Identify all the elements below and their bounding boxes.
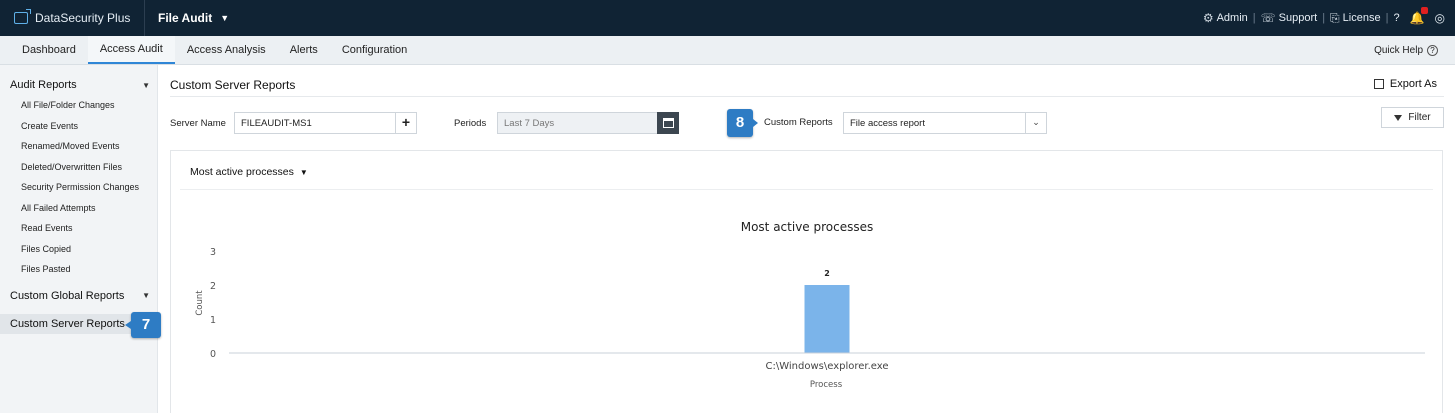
support-chat-icon: ☏ <box>1260 11 1276 25</box>
question-icon: ? <box>1427 45 1438 56</box>
divider: | <box>1322 12 1326 24</box>
sidebar-item-renamed-moved-events[interactable]: Renamed/Moved Events <box>0 136 157 157</box>
admin-link[interactable]: ⚙ Admin <box>1203 11 1248 25</box>
sidebar-item-read-events[interactable]: Read Events <box>0 218 157 239</box>
y-tick-label: 0 <box>210 349 216 360</box>
bar[interactable] <box>804 285 850 353</box>
top-right-links: ⚙ Admin | ☏ Support | ⎘ License | ? 🔔 ◎ <box>1203 0 1445 36</box>
divider: | <box>1385 12 1389 24</box>
filter-button[interactable]: Filter <box>1381 107 1444 128</box>
sidebar: Audit Reports ▼ All File/Folder Changes … <box>0 65 158 413</box>
filter-label: Filter <box>1408 112 1431 123</box>
most-active-processes-chart: Most active processes Count Process 0 1 2 3… <box>195 220 1425 390</box>
license-label: License <box>1342 12 1381 24</box>
module-name: File Audit <box>158 11 213 25</box>
sidebar-item-security-permission-changes[interactable]: Security Permission Changes <box>0 177 157 198</box>
bar-data-label: 2 <box>824 269 830 278</box>
tab-access-audit[interactable]: Access Audit <box>87 36 175 64</box>
page-title: Custom Server Reports <box>170 78 296 92</box>
license-icon: ⎘ <box>1330 10 1340 25</box>
sidebar-item-all-failed-attempts[interactable]: All Failed Attempts <box>0 198 157 219</box>
admin-gear-icon: ⚙ <box>1202 11 1214 25</box>
module-selector[interactable]: File Audit ▼ <box>145 11 229 25</box>
filter-funnel-icon <box>1394 114 1403 121</box>
top-bar: DataSecurity Plus File Audit ▼ ⚙ Admin |… <box>0 0 1455 36</box>
x-axis-label: Process <box>810 380 843 390</box>
user-profile-icon[interactable]: ◎ <box>1435 11 1445 25</box>
sidebar-item-files-copied[interactable]: Files Copied <box>0 239 157 260</box>
export-label: Export As <box>1389 78 1437 90</box>
quick-help-label: Quick Help <box>1374 45 1423 56</box>
sidebar-item-deleted-overwritten-files[interactable]: Deleted/Overwritten Files <box>0 157 157 178</box>
custom-reports-select[interactable]: File access report <box>843 112 1026 134</box>
quick-help-link[interactable]: Quick Help ? <box>1374 36 1438 65</box>
y-tick-label: 2 <box>210 281 216 292</box>
x-category-label: C:\Windows\explorer.exe <box>765 361 888 372</box>
main-content: Custom Server Reports Export As Server N… <box>159 65 1455 413</box>
calendar-icon <box>663 118 674 128</box>
caret-down-icon: ▼ <box>220 13 230 23</box>
tab-alerts[interactable]: Alerts <box>278 36 330 64</box>
caret-down-icon: ▼ <box>142 291 150 300</box>
periods-input[interactable]: Last 7 Days <box>497 112 658 134</box>
admin-label: Admin <box>1216 12 1248 24</box>
custom-global-reports-label: Custom Global Reports <box>10 289 125 302</box>
audit-reports-label: Audit Reports <box>10 79 77 91</box>
y-tick-label: 1 <box>210 315 216 326</box>
chart-panel: Most active processes ▼ Most active proce… <box>170 150 1443 413</box>
y-axis-label: Count <box>195 290 205 316</box>
sidebar-item-create-events[interactable]: Create Events <box>0 116 157 137</box>
tab-dashboard[interactable]: Dashboard <box>0 36 88 64</box>
step-badge-7: 7 <box>125 312 161 338</box>
support-link[interactable]: ☏ Support <box>1261 11 1318 25</box>
calendar-button[interactable] <box>657 112 679 134</box>
license-link[interactable]: ⎘ License <box>1330 11 1381 26</box>
export-as-button[interactable]: Export As <box>1373 78 1437 90</box>
sidebar-item-files-pasted[interactable]: Files Pasted <box>0 259 157 280</box>
tab-configuration[interactable]: Configuration <box>330 36 419 64</box>
caret-down-icon: ▼ <box>142 80 150 90</box>
help-icon[interactable]: ? <box>1393 12 1399 24</box>
tab-access-analysis[interactable]: Access Analysis <box>175 36 278 64</box>
server-name-label: Server Name <box>170 118 226 129</box>
audit-reports-header[interactable]: Audit Reports ▼ <box>0 75 157 95</box>
periods-label: Periods <box>454 118 487 129</box>
add-server-button[interactable]: + <box>395 112 417 134</box>
notification-bell-icon[interactable]: 🔔 <box>1410 7 1428 25</box>
step-badge-8: 8 <box>727 109 758 137</box>
sidebar-item-all-file-folder-changes[interactable]: All File/Folder Changes <box>0 95 157 116</box>
server-name-input[interactable]: FILEAUDIT-MS1 <box>234 112 396 134</box>
main-nav: Dashboard Access Audit Access Analysis A… <box>0 36 1455 65</box>
datasecurity-logo-icon <box>14 9 31 24</box>
divider: | <box>1252 12 1256 24</box>
support-label: Support <box>1278 12 1318 24</box>
notification-dot <box>1420 7 1428 14</box>
brand-name: DataSecurity Plus <box>35 11 131 25</box>
brand[interactable]: DataSecurity Plus <box>0 0 145 36</box>
custom-global-reports-header[interactable]: Custom Global Reports ▼ <box>0 286 157 306</box>
divider <box>170 96 1444 97</box>
chevron-down-icon[interactable]: ⌄ <box>1025 112 1047 134</box>
chart-title: Most active processes <box>741 220 874 234</box>
custom-reports-label: Custom Reports <box>764 117 833 128</box>
export-icon <box>1373 79 1384 89</box>
y-tick-label: 3 <box>210 247 216 258</box>
